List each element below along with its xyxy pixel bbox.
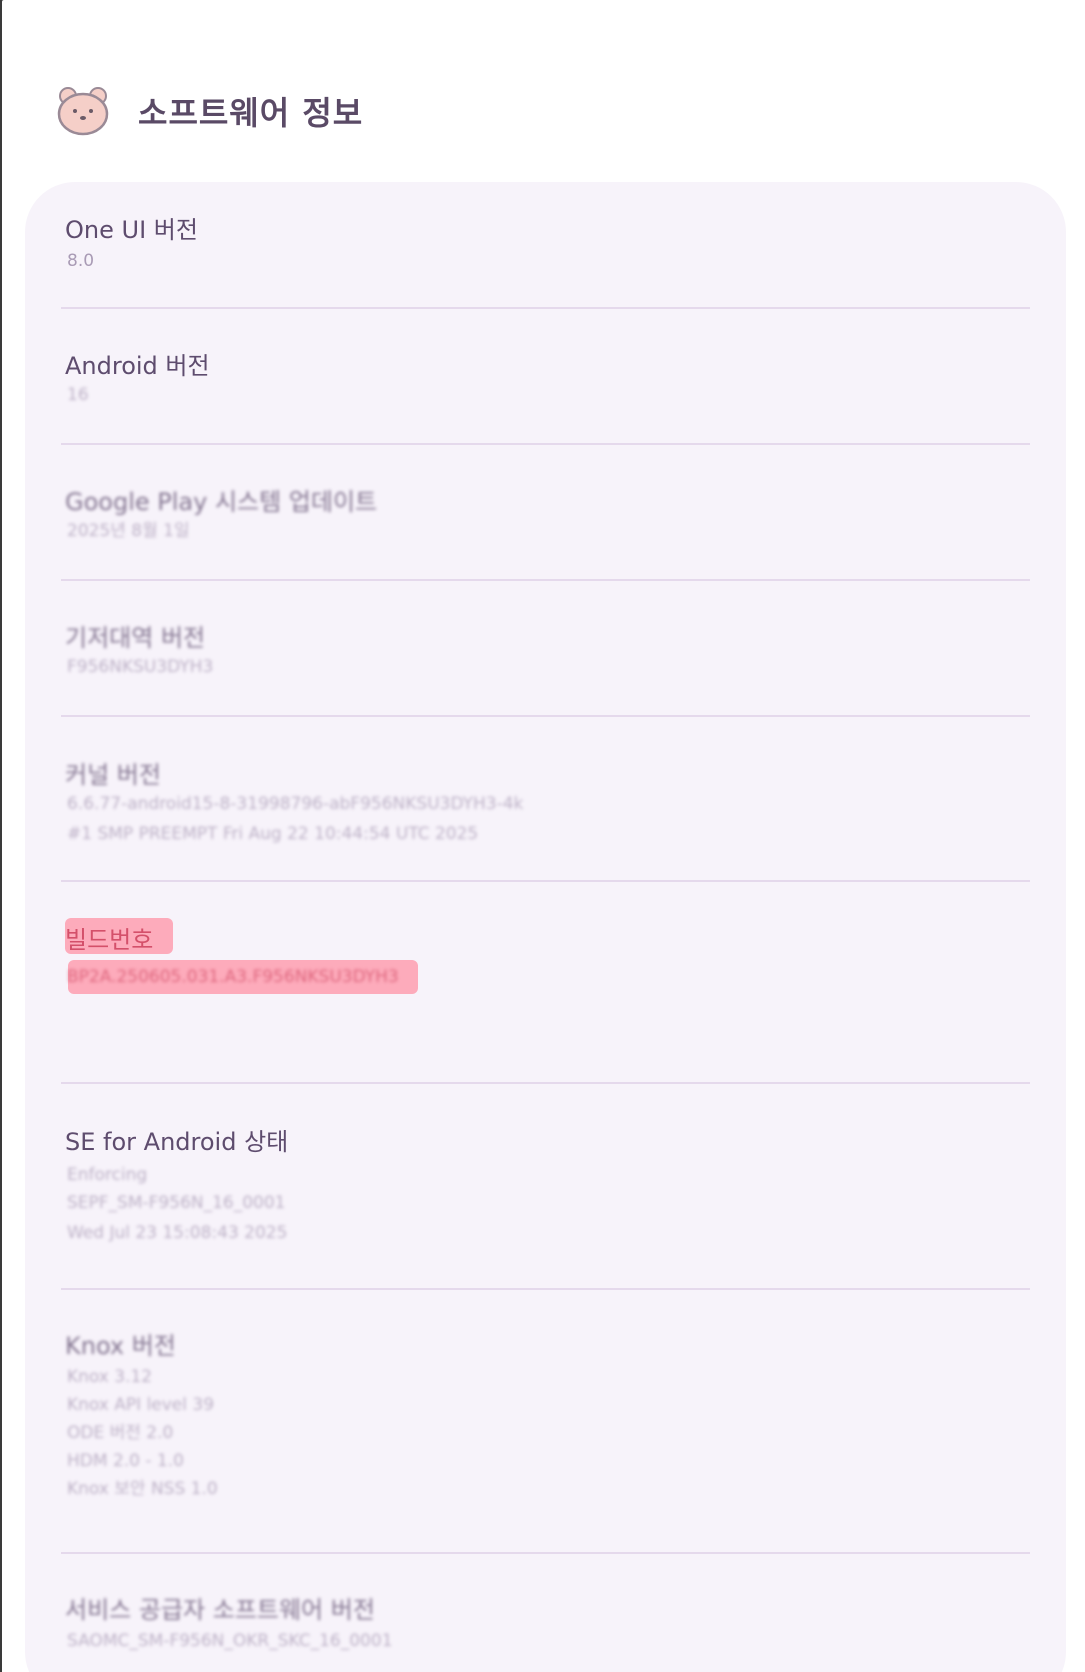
software-info-card: One UI 버전 8.0 Android 버전 16 Google Play … [25, 182, 1066, 1672]
item-title: Google Play 시스템 업데이트 [65, 488, 378, 516]
item-value: SAOMC_SM-F956N_OKR_SKC_16_0001 [67, 1631, 393, 1651]
item-value: Enforcing [67, 1165, 148, 1185]
item-value: BP2A.250605.031.A3.F956NKSU3DYH3 [67, 967, 399, 987]
item-value: #1 SMP PREEMPT Fri Aug 22 10:44:54 UTC 2… [67, 824, 479, 844]
item-value: Knox 3.12 [67, 1367, 153, 1387]
item-value: 16 [67, 385, 89, 405]
item-value: ODE 버전 2.0 [67, 1423, 174, 1443]
item-title: Android 버전 [65, 352, 210, 380]
item-title: 빌드번호 [65, 926, 154, 954]
item-title: 커널 버전 [65, 761, 161, 789]
item-value: HDM 2.0 - 1.0 [67, 1451, 184, 1471]
item-value: F956NKSU3DYH3 [67, 657, 214, 677]
divider [61, 880, 1030, 882]
page-title: 소프트웨어 정보 [138, 94, 364, 132]
item-title: SE for Android 상태 [65, 1128, 289, 1156]
item-value: SEPF_SM-F956N_16_0001 [67, 1193, 286, 1213]
divider [61, 443, 1030, 445]
item-value: Knox API level 39 [67, 1395, 215, 1415]
divider [61, 579, 1030, 581]
item-title: Knox 버전 [65, 1332, 176, 1360]
divider [61, 1288, 1030, 1290]
divider [61, 1552, 1030, 1554]
bear-icon [57, 87, 109, 136]
divider [61, 307, 1030, 309]
item-value: 8.0 [67, 251, 95, 271]
item-value: Knox 보안 NSS 1.0 [67, 1479, 218, 1499]
divider [61, 715, 1030, 717]
item-value: 6.6.77-android15-8-31998796-abF956NKSU3D… [67, 794, 524, 814]
item-value: 2025년 8월 1일 [67, 521, 190, 541]
screen: 소프트웨어 정보 One UI 버전 8.0 Android 버전 16 Goo… [2, 0, 1085, 1672]
item-title: One UI 버전 [65, 216, 198, 244]
divider [61, 1082, 1030, 1084]
item-value: Wed Jul 23 15:08:43 2025 [67, 1223, 288, 1243]
item-title: 서비스 공급자 소프트웨어 버전 [65, 1596, 375, 1624]
item-title: 기저대역 버전 [65, 624, 206, 652]
